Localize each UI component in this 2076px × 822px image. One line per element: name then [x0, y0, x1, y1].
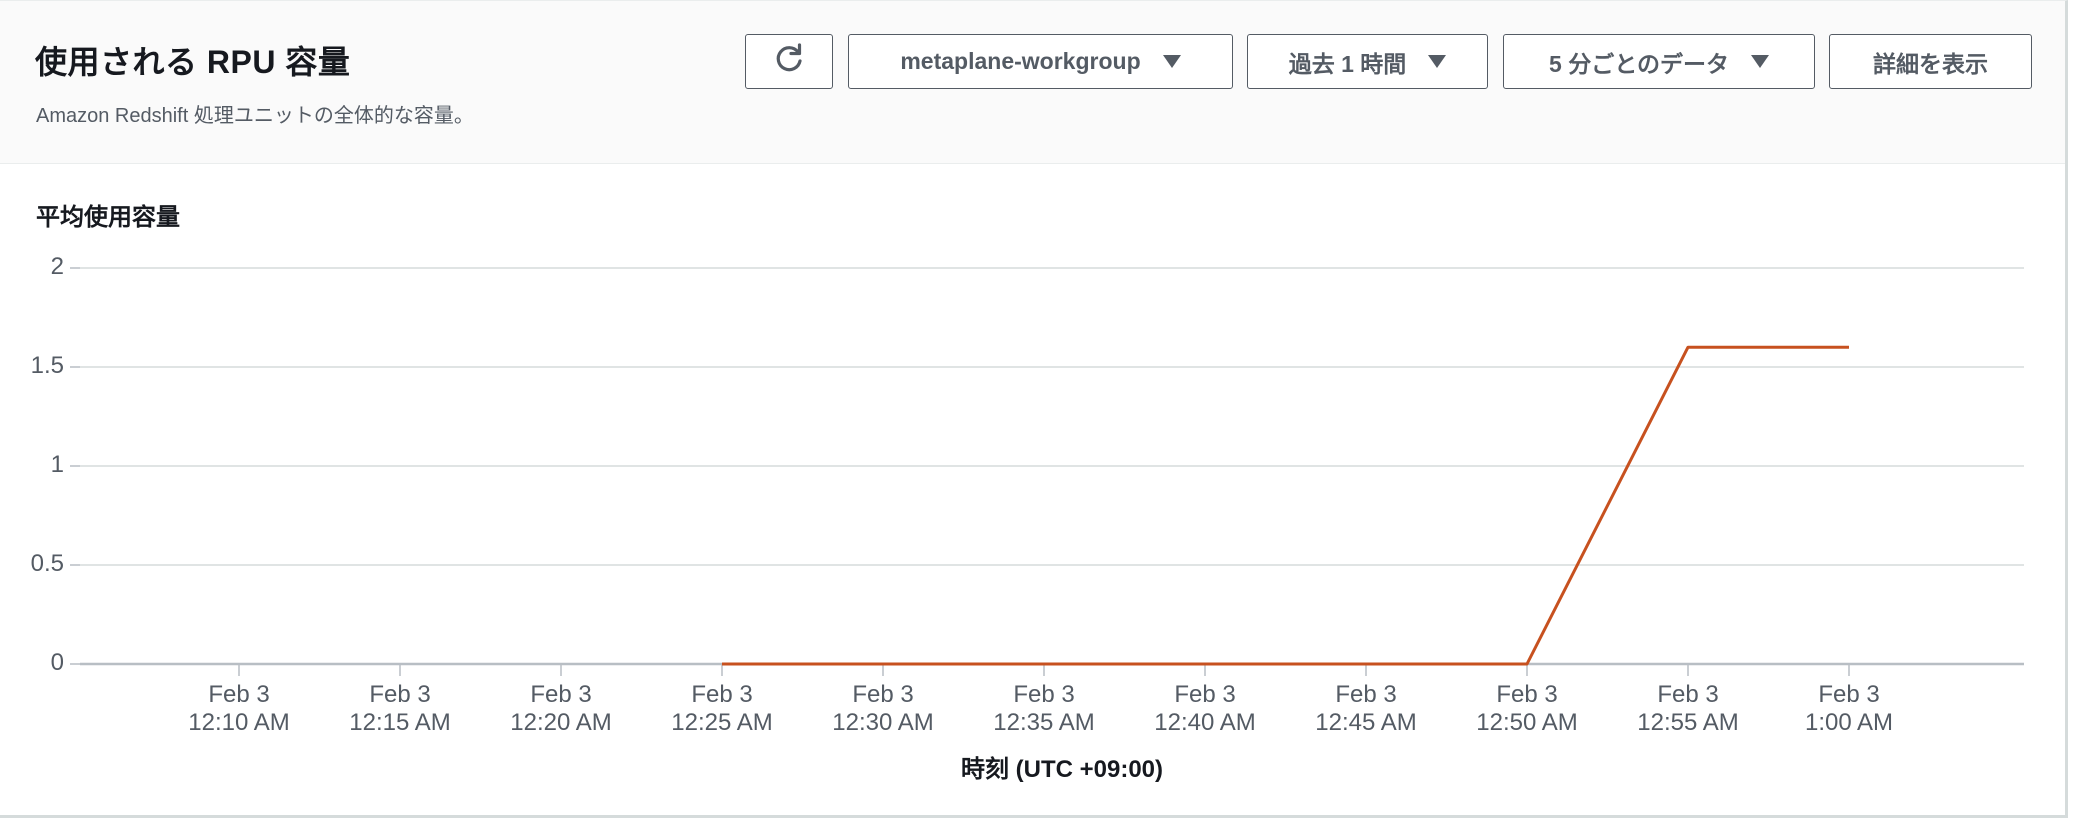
x-tick-label: Feb 3 12:10 AM [169, 681, 309, 737]
x-tick-label: Feb 3 1:00 AM [1779, 681, 1919, 737]
x-tick-time: 12:30 AM [832, 709, 934, 736]
x-tick-label: Feb 3 12:30 AM [813, 681, 953, 737]
x-tick-label: Feb 3 12:55 AM [1618, 681, 1758, 737]
x-tick-date: Feb 3 [369, 681, 431, 708]
x-tick-date: Feb 3 [1013, 681, 1075, 708]
y-tick-label: 1 [50, 451, 64, 478]
x-tick-time: 12:20 AM [510, 709, 612, 736]
x-tick-label: Feb 3 12:25 AM [652, 681, 792, 737]
x-tick-date: Feb 3 [691, 681, 753, 708]
x-tick-date: Feb 3 [1496, 681, 1558, 708]
x-tick-time: 12:50 AM [1476, 709, 1578, 736]
x-tick-time: 1:00 AM [1804, 709, 1894, 736]
x-tick-label: Feb 3 12:35 AM [974, 681, 1114, 737]
x-tick-date: Feb 3 [530, 681, 592, 708]
y-tick-label: 2 [50, 253, 64, 280]
x-axis-title: 時刻 (UTC +09:00) [960, 756, 1164, 783]
x-tick-date: Feb 3 [1657, 681, 1719, 708]
x-tick-label: Feb 3 12:40 AM [1135, 681, 1275, 737]
x-tick-time: 12:35 AM [993, 709, 1095, 736]
x-tick-date: Feb 3 [208, 681, 270, 708]
x-tick-label: Feb 3 12:50 AM [1457, 681, 1597, 737]
x-tick-time: 12:15 AM [349, 709, 451, 736]
x-tick-label: Feb 3 12:45 AM [1296, 681, 1436, 737]
x-tick-time: 12:55 AM [1637, 709, 1739, 736]
x-tick-time: 12:40 AM [1154, 709, 1256, 736]
x-tick-label: Feb 3 12:20 AM [491, 681, 631, 737]
x-tick-label: Feb 3 12:15 AM [330, 681, 470, 737]
x-tick-date: Feb 3 [1818, 681, 1880, 708]
y-tick-label: 1.5 [30, 352, 64, 379]
x-tick-date: Feb 3 [852, 681, 914, 708]
x-tick-date: Feb 3 [1335, 681, 1397, 708]
y-tick-label: 0.5 [30, 550, 64, 577]
x-tick-time: 12:10 AM [188, 709, 290, 736]
rpu-capacity-panel: 使用される RPU 容量 Amazon Redshift 処理ユニットの全体的な… [0, 0, 2068, 818]
y-tick-label: 0 [50, 649, 64, 676]
x-tick-date: Feb 3 [1174, 681, 1236, 708]
x-tick-time: 12:25 AM [671, 709, 773, 736]
x-tick-time: 12:45 AM [1315, 709, 1417, 736]
series-line [722, 345, 1849, 666]
